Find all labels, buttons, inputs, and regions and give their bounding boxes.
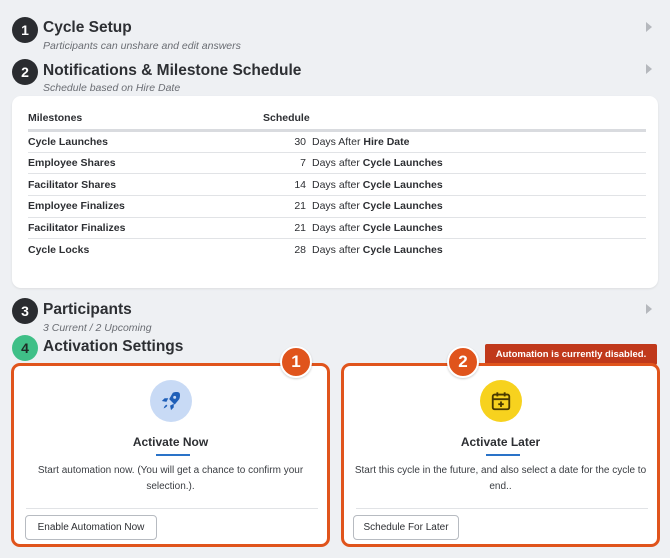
milestone-reference: Hire Date bbox=[363, 135, 410, 148]
chevron-right-icon[interactable] bbox=[646, 22, 652, 32]
milestone-rule-text: Days after bbox=[312, 222, 360, 235]
milestone-reference: Cycle Launches bbox=[362, 222, 443, 235]
milestone-days: 28 bbox=[294, 244, 306, 257]
step-3-title[interactable]: Participants bbox=[43, 301, 132, 319]
milestone-name: Cycle Launches bbox=[28, 130, 263, 153]
milestone-days: 30 bbox=[263, 130, 312, 153]
milestone-rule-text: Days after bbox=[312, 178, 360, 191]
milestone-days: 21 bbox=[263, 217, 312, 240]
milestone-days: 7 bbox=[263, 152, 312, 175]
title-underline bbox=[156, 454, 190, 456]
milestones-header: Milestones bbox=[28, 112, 263, 132]
milestone-rule-text: Days After bbox=[312, 135, 361, 148]
automation-disabled-banner: Automation is currently disabled. bbox=[485, 344, 657, 365]
milestone-name: Facilitator Shares bbox=[28, 173, 263, 197]
milestone-reference: Cycle Launches bbox=[362, 178, 443, 191]
table-row: Employee Finalizes 21 Days after Cycle L… bbox=[28, 195, 646, 218]
table-row: Facilitator Shares 14 Days after Cycle L… bbox=[28, 173, 646, 197]
milestone-days: 21 bbox=[263, 195, 312, 218]
activate-later-title: Activate Later bbox=[460, 435, 541, 449]
milestone-name: Employee Shares bbox=[28, 152, 263, 175]
milestone-name: Cycle Locks bbox=[28, 244, 90, 257]
milestone-rule-text: Days after bbox=[312, 244, 360, 257]
milestone-days: 14 bbox=[263, 173, 312, 197]
milestone-rule: Days after Cycle Launches bbox=[312, 217, 646, 240]
activate-later-card: Activate Later Start this cycle in the f… bbox=[341, 363, 660, 547]
milestone-reference: Cycle Launches bbox=[362, 200, 443, 213]
table-row: Cycle Launches 30 Days After Hire Date bbox=[28, 130, 646, 153]
step-2-title[interactable]: Notifications & Milestone Schedule bbox=[43, 62, 301, 80]
step-2-subtitle: Schedule based on Hire Date bbox=[43, 82, 181, 94]
card-divider bbox=[356, 508, 648, 509]
milestone-table: Milestones Schedule Cycle Launches 30 Da… bbox=[28, 112, 646, 261]
table-row: Employee Shares 7 Days after Cycle Launc… bbox=[28, 152, 646, 175]
step-4-title[interactable]: Activation Settings bbox=[43, 338, 183, 356]
milestone-rule: Days after Cycle Launches bbox=[312, 152, 646, 175]
milestone-name: Employee Finalizes bbox=[28, 195, 263, 218]
card-divider bbox=[26, 508, 318, 509]
calendar-plus-icon bbox=[480, 380, 522, 422]
title-underline bbox=[486, 454, 520, 456]
milestone-reference: Cycle Launches bbox=[362, 244, 443, 257]
step-3-subtitle: 3 Current / 2 Upcoming bbox=[43, 322, 152, 334]
callout-badge-2: 2 bbox=[447, 346, 479, 378]
table-row: Cycle Locks 28 Days after Cycle Launches bbox=[28, 239, 646, 261]
table-row: Facilitator Finalizes 21 Days after Cycl… bbox=[28, 217, 646, 240]
activate-now-card: Activate Now Start automation now. (You … bbox=[11, 363, 330, 547]
milestone-rule: Days after Cycle Launches bbox=[312, 195, 646, 218]
activate-now-title: Activate Now bbox=[132, 435, 209, 449]
callout-badge-1: 1 bbox=[280, 346, 312, 378]
step-3-number: 3 bbox=[12, 298, 38, 324]
milestone-rule: Days after Cycle Launches bbox=[312, 173, 646, 197]
enable-automation-now-button[interactable]: Enable Automation Now bbox=[25, 515, 157, 540]
milestone-schedule-card: Milestones Schedule Cycle Launches 30 Da… bbox=[12, 96, 658, 288]
chevron-right-icon[interactable] bbox=[646, 304, 652, 314]
schedule-header: Schedule bbox=[263, 112, 646, 132]
schedule-for-later-button[interactable]: Schedule For Later bbox=[353, 515, 459, 540]
step-2-number: 2 bbox=[12, 59, 38, 85]
rocket-icon bbox=[150, 380, 192, 422]
milestone-rule: Days after Cycle Launches bbox=[312, 239, 646, 261]
activate-later-description: Start this cycle in the future, and also… bbox=[354, 465, 647, 492]
activate-now-description: Start automation now. (You will get a ch… bbox=[37, 465, 304, 492]
chevron-right-icon[interactable] bbox=[646, 64, 652, 74]
step-1-title[interactable]: Cycle Setup bbox=[43, 19, 132, 37]
milestone-name: Facilitator Finalizes bbox=[28, 217, 263, 240]
milestone-rule: Days After Hire Date bbox=[312, 130, 646, 153]
milestone-rule-text: Days after bbox=[312, 157, 360, 170]
milestone-reference: Cycle Launches bbox=[362, 157, 443, 170]
milestone-rule-text: Days after bbox=[312, 200, 360, 213]
step-4-number: 4 bbox=[12, 335, 38, 361]
step-1-number: 1 bbox=[12, 17, 38, 43]
step-1-subtitle: Participants can unshare and edit answer… bbox=[43, 40, 241, 52]
